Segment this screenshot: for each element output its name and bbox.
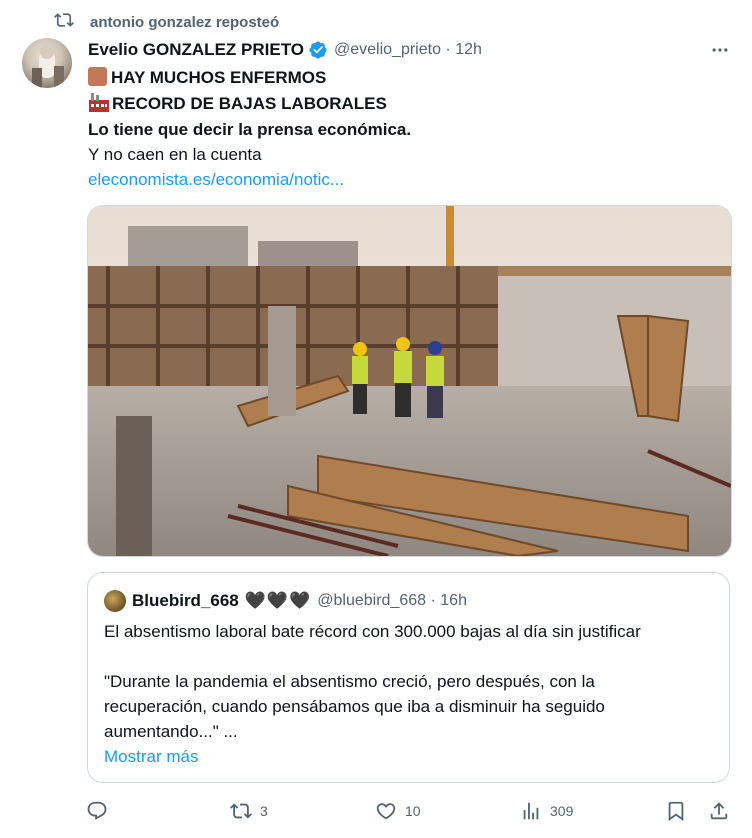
more-options-button[interactable] [708, 38, 732, 62]
more-dots-icon [712, 48, 728, 52]
repost-count: 3 [260, 803, 268, 819]
article-link[interactable]: eleconomista.es/economia/notic... [88, 168, 344, 192]
bookmark-button[interactable] [665, 798, 687, 824]
views-chart-icon [523, 802, 539, 820]
like-count: 10 [405, 803, 421, 819]
repost-indicator[interactable]: antonio gonzalez reposteó [54, 10, 279, 34]
post-image[interactable] [87, 205, 732, 557]
repost-action-icon [230, 803, 252, 819]
quoted-author-avatar[interactable] [104, 590, 126, 612]
quoted-text-line-3: recuperación, cuando pensábamos que iba … [104, 697, 605, 716]
brown-square-emoji-icon [88, 67, 107, 86]
views-count: 309 [550, 803, 574, 819]
factory-emoji-icon [88, 92, 110, 119]
share-icon [710, 802, 728, 820]
verified-badge-icon [308, 40, 328, 60]
share-button[interactable] [708, 798, 730, 824]
reply-button[interactable] [86, 798, 108, 824]
quoted-post-header: Bluebird_668 🖤🖤🖤 @bluebird_668 · 16h [104, 589, 467, 613]
quoted-text-line-2: "Durante la pandemia el absentismo creci… [104, 672, 595, 691]
repost-label: antonio gonzalez reposteó [90, 13, 280, 31]
post-header: Evelio GONZALEZ PRIETO @evelio_prieto · … [88, 38, 482, 62]
black-hearts-emoji: 🖤🖤🖤 [244, 591, 312, 610]
quoted-text-line-4: aumentando..." ... [104, 722, 238, 741]
post-text-line-2: RECORD DE BAJAS LABORALES [88, 92, 387, 119]
post-text-line-4: Y no caen en la cuenta [88, 145, 262, 164]
author-avatar[interactable] [22, 38, 72, 88]
post-text-line-1: HAY MUCHOS ENFERMOS [88, 66, 326, 90]
views-button[interactable]: 309 [520, 798, 573, 824]
author-handle-time[interactable]: @evelio_prieto · 12h [334, 41, 482, 59]
repost-icon [54, 10, 74, 35]
repost-button[interactable]: 3 [230, 798, 268, 824]
quoted-post[interactable]: Bluebird_668 🖤🖤🖤 @bluebird_668 · 16h El … [87, 572, 730, 783]
like-button[interactable]: 10 [375, 798, 421, 824]
bookmark-icon [668, 801, 684, 822]
author-name[interactable]: Evelio GONZALEZ PRIETO [88, 40, 304, 60]
action-bar: 3 10 309 [86, 798, 736, 824]
quoted-author-name[interactable]: Bluebird_668 [132, 591, 239, 611]
show-more-link[interactable]: Mostrar más [104, 744, 198, 769]
quoted-author-handle-time[interactable]: @bluebird_668 · 16h [317, 592, 467, 610]
reply-icon [87, 801, 107, 820]
post-text-line-3: Lo tiene que decir la prensa económica. [88, 120, 412, 139]
quoted-text-line-1: El absentismo laboral bate récord con 30… [104, 622, 641, 641]
heart-icon [376, 803, 396, 820]
